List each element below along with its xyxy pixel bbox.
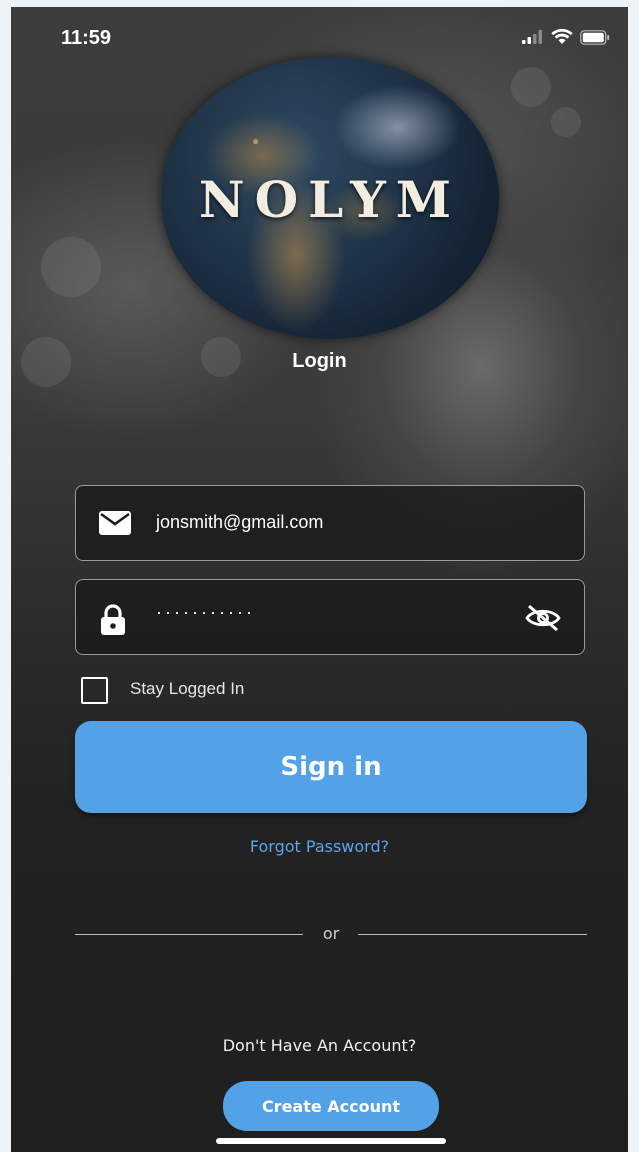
no-account-label: Don't Have An Account? [222,1036,417,1055]
password-field[interactable]: ··········· [75,579,585,655]
divider-or-label: or [322,924,340,943]
divider-right [358,934,587,935]
wifi-icon [551,29,573,44]
cellular-signal-icon [522,30,542,44]
battery-icon [580,29,610,45]
divider-left [75,934,303,935]
eye-off-icon[interactable] [524,604,562,636]
app-logo-text: NOLYM [198,170,462,229]
status-time: 11:59 [61,27,112,49]
login-screen: 11:59 NOLYM Login jonsmith@gmail.com ···… [11,7,628,1152]
create-account-button[interactable]: Create Account [223,1081,439,1131]
email-field[interactable]: jonsmith@gmail.com [75,485,585,561]
background-bokeh [551,107,581,137]
sign-in-button[interactable]: Sign in [75,721,587,813]
background-bokeh [511,67,551,107]
stay-logged-in-label: Stay Logged In [130,679,245,698]
stay-logged-in-checkbox[interactable] [81,677,108,704]
page-title: Login [292,350,347,372]
mail-icon [98,510,132,540]
email-value: jonsmith@gmail.com [156,512,324,532]
background-bokeh [41,237,101,297]
home-indicator[interactable] [216,1138,446,1144]
password-value: ··········· [156,602,255,622]
forgot-password-link[interactable]: Forgot Password? [11,837,628,856]
lock-icon [98,604,128,640]
status-icons [522,29,610,45]
